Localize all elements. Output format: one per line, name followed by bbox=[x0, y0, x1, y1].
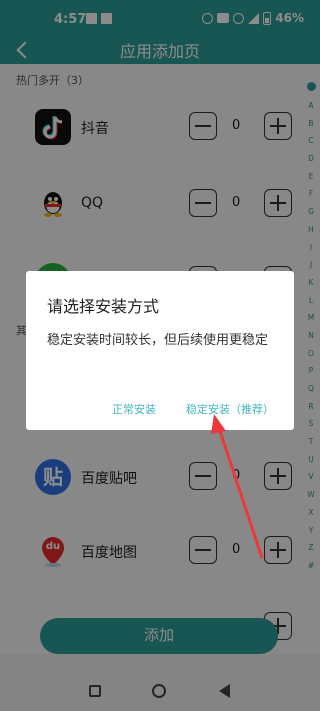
install-dialog: 请选择安装方式 稳定安装时间较长，但后续使用更稳定 正常安装 稳定安装（推荐） bbox=[26, 271, 294, 430]
dialog-title: 请选择安装方式 bbox=[47, 297, 160, 316]
normal-install-button[interactable]: 正常安装 bbox=[112, 401, 156, 417]
stable-install-button[interactable]: 稳定安装（推荐） bbox=[186, 401, 274, 417]
dialog-message: 稳定安装时间较长，但后续使用更稳定 bbox=[47, 333, 269, 348]
